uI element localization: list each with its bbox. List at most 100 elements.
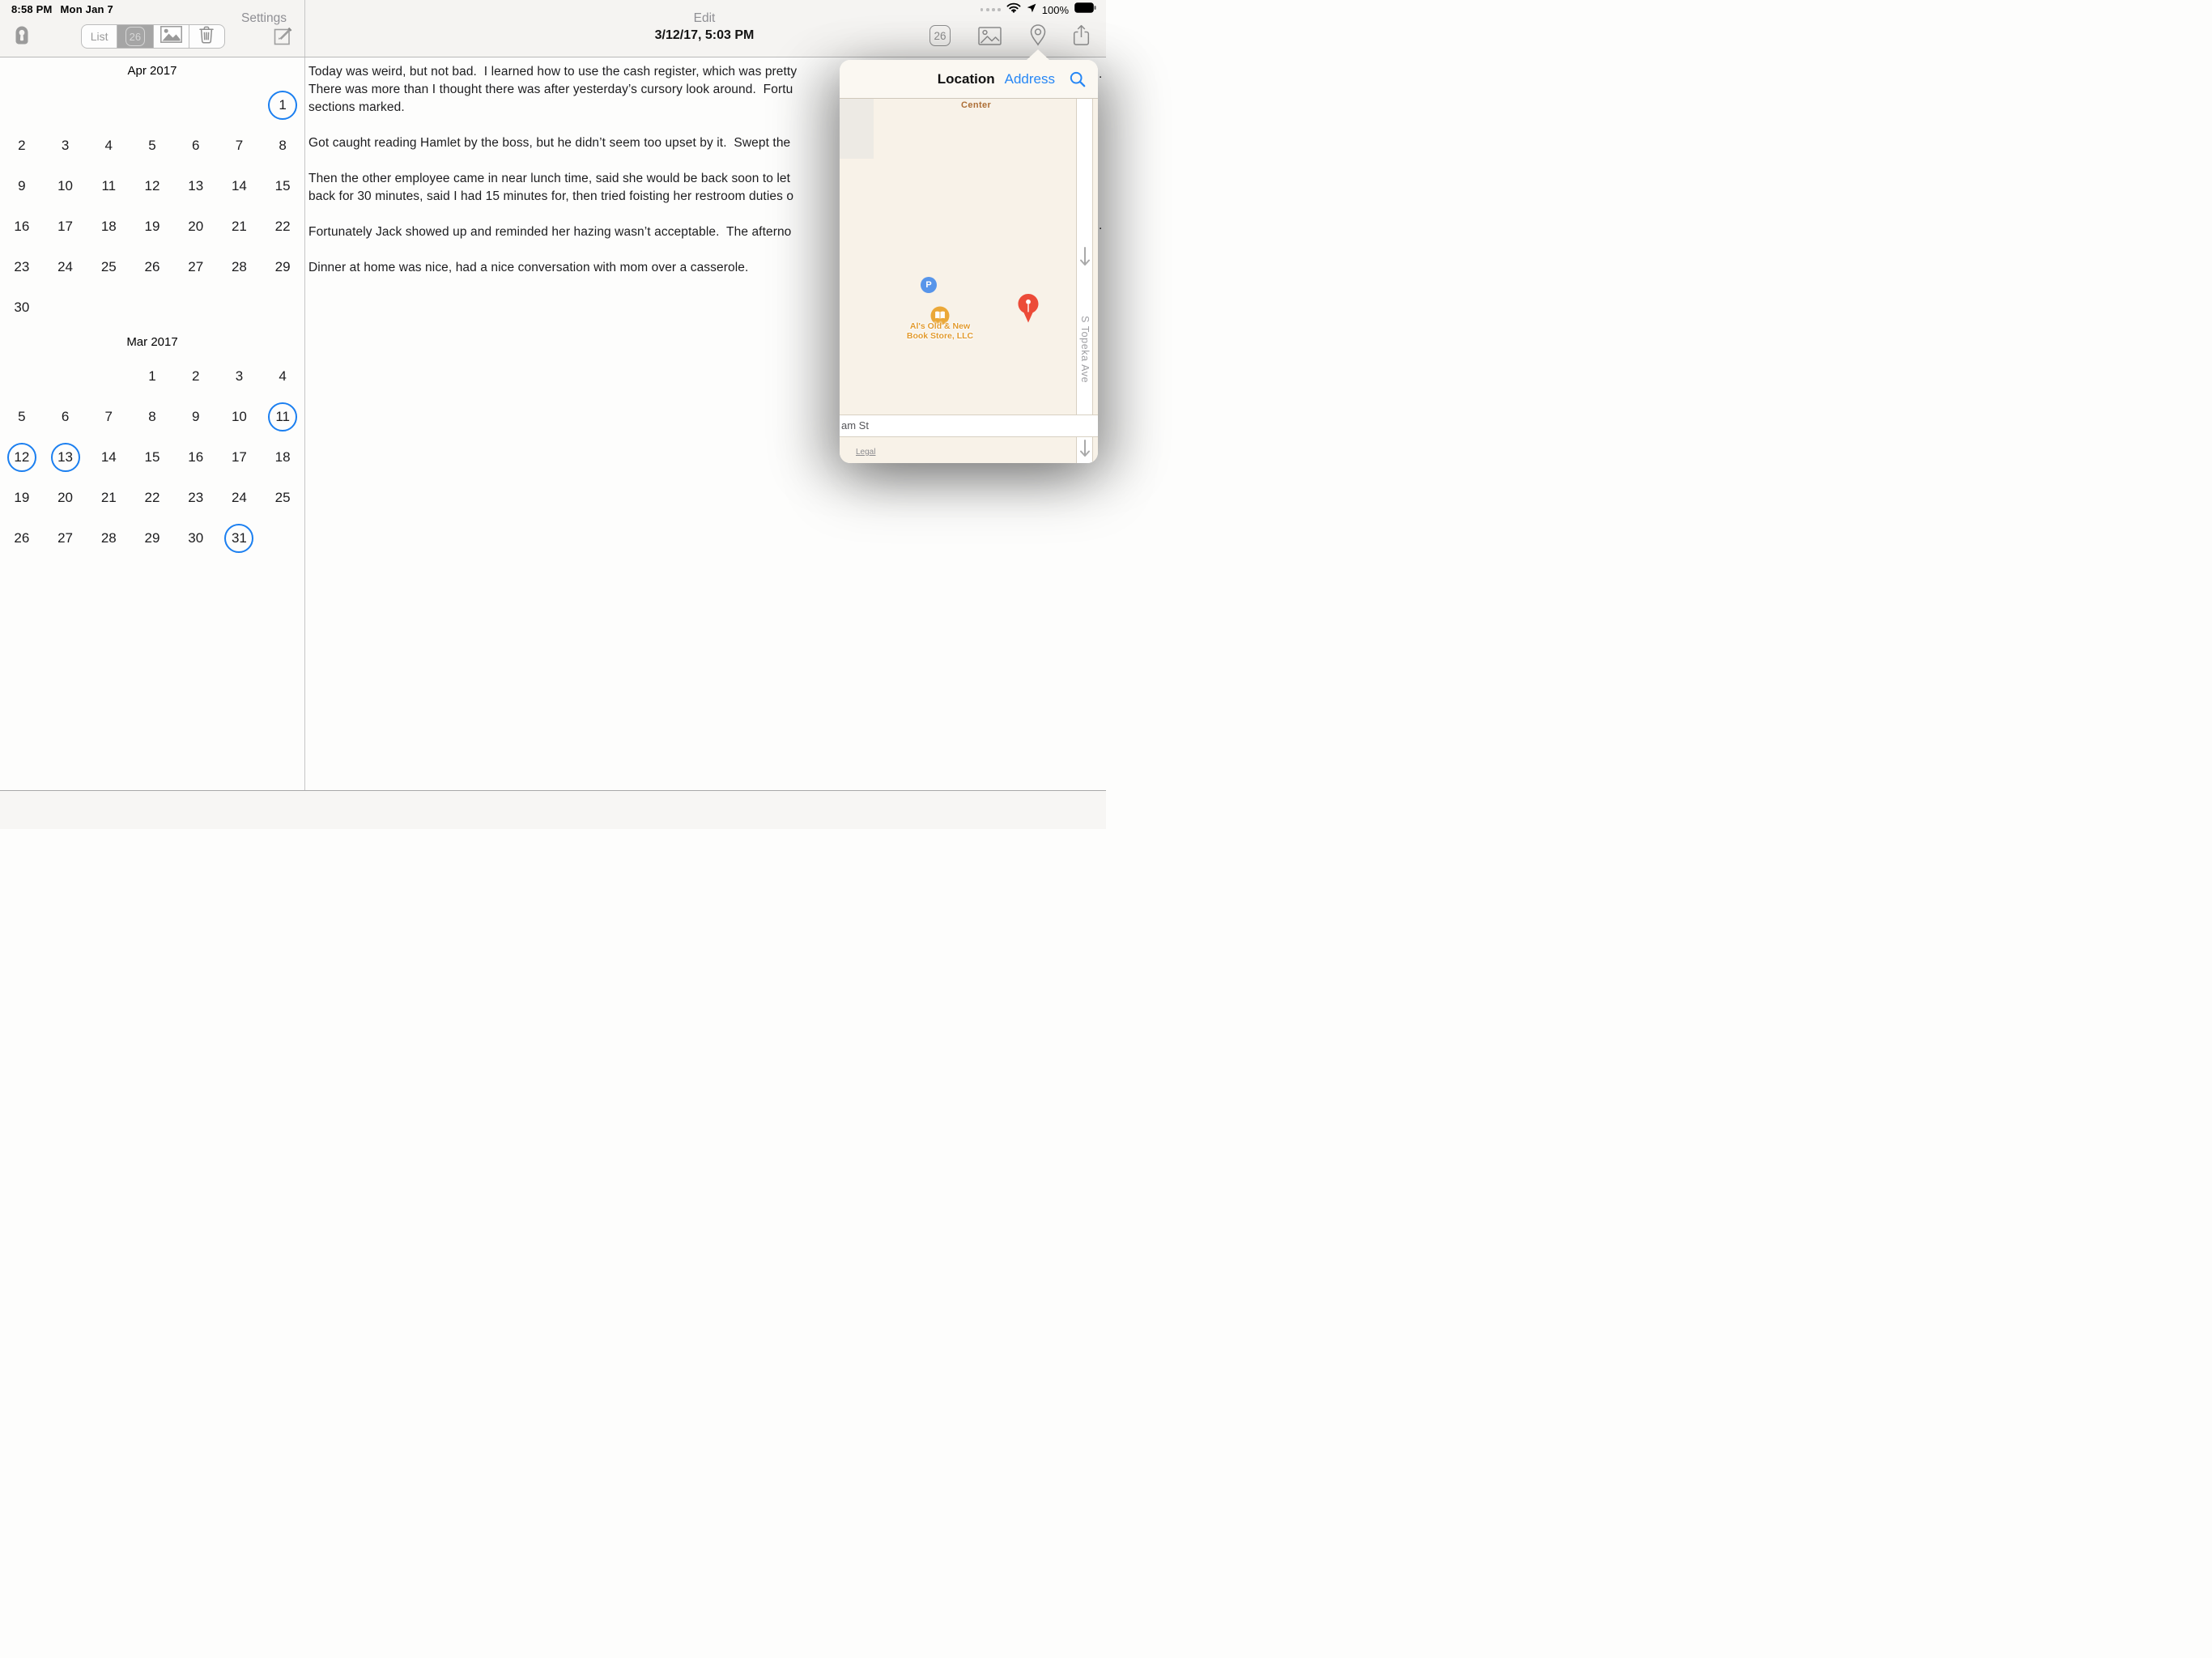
calendar-day[interactable]: 20 [51, 483, 80, 512]
entry-paragraph: Dinner at home was nice, had a nice conv… [308, 259, 875, 277]
calendar-day[interactable]: 16 [181, 443, 211, 472]
calendar-day[interactable]: 17 [224, 443, 253, 472]
segment-photos[interactable] [154, 25, 189, 48]
calendar-day[interactable]: 29 [138, 524, 167, 553]
popover-header: Location Address [840, 60, 1098, 99]
calendar-day[interactable]: 29 [268, 253, 297, 282]
calendar-day[interactable]: 6 [51, 402, 80, 432]
calendar-day[interactable]: 9 [181, 402, 211, 432]
calendar-day[interactable]: 26 [7, 524, 36, 553]
journal-entry-text[interactable]: Today was weird, but not bad. I learned … [308, 63, 875, 295]
calendar-day[interactable]: 19 [7, 483, 36, 512]
map-parcel-block [840, 99, 874, 159]
search-icon[interactable] [1070, 71, 1086, 87]
calendar-day[interactable]: 8 [268, 131, 297, 160]
calendar-day[interactable]: 25 [94, 253, 123, 282]
entry-line: Then the other employee came in near lun… [308, 170, 875, 188]
entry-paragraph: Today was weird, but not bad. I learned … [308, 63, 875, 117]
scroll-down-arrow-icon [1079, 247, 1091, 272]
entry-line: There was more than I thought there was … [308, 81, 875, 99]
calendar-day[interactable]: 7 [94, 402, 123, 432]
tab-location[interactable]: Location [938, 71, 995, 87]
segment-list[interactable]: List [82, 25, 117, 48]
entry-line: sections marked. [308, 99, 875, 117]
calendar-day[interactable]: 13 [181, 172, 211, 201]
calendar-day[interactable]: 18 [94, 212, 123, 241]
calendar-day[interactable]: 24 [51, 253, 80, 282]
calendar-day[interactable]: 3 [224, 362, 253, 391]
calendar-day[interactable]: 12 [138, 172, 167, 201]
calendar-month-title: Mar 2017 [0, 328, 304, 356]
calendar-day[interactable]: 12 [7, 443, 36, 472]
calendar-day[interactable]: 21 [94, 483, 123, 512]
calendar-day[interactable]: 15 [138, 443, 167, 472]
calendar-day[interactable]: 2 [181, 362, 211, 391]
calendar-day[interactable]: 6 [181, 131, 211, 160]
calendar-day[interactable]: 1 [138, 362, 167, 391]
map-view[interactable]: Center S Topeka Ave P Al's Old & New Boo… [840, 99, 1098, 463]
status-date: Mon Jan 7 [61, 3, 113, 15]
calendar-day[interactable]: 27 [51, 524, 80, 553]
calendar-day[interactable]: 11 [268, 402, 297, 432]
calendar-day[interactable]: 26 [138, 253, 167, 282]
lock-button[interactable] [15, 26, 28, 45]
calendar-day[interactable]: 15 [268, 172, 297, 201]
compose-button[interactable] [274, 24, 295, 46]
segment-trash[interactable] [189, 25, 224, 48]
calendar-day[interactable]: 30 [7, 293, 36, 322]
calendar-day[interactable]: 7 [224, 131, 253, 160]
calendar-day[interactable]: 10 [224, 402, 253, 432]
bottom-toolbar [0, 790, 1106, 829]
calendar-day[interactable]: 28 [224, 253, 253, 282]
battery-percentage: 100% [1042, 4, 1069, 16]
entry-location-pin[interactable] [1017, 293, 1040, 328]
location-pin-button[interactable] [1029, 24, 1047, 47]
calendar-day[interactable]: 22 [268, 212, 297, 241]
calendar-day[interactable]: 20 [181, 212, 211, 241]
calendar-day[interactable]: 18 [268, 443, 297, 472]
entry-paragraph: Fortunately Jack showed up and reminded … [308, 223, 875, 241]
calendar-day[interactable]: 13 [51, 443, 80, 472]
tab-address[interactable]: Address [1005, 71, 1055, 87]
calendar-day[interactable]: 4 [268, 362, 297, 391]
share-button[interactable] [1073, 24, 1090, 46]
map-legal-link[interactable]: Legal [856, 448, 875, 457]
calendar-day[interactable]: 14 [224, 172, 253, 201]
status-time: 8:58 PM [11, 3, 53, 15]
calendar-day[interactable]: 19 [138, 212, 167, 241]
entry-line: Today was weird, but not bad. I learned … [308, 63, 875, 81]
calendar-day[interactable]: 9 [7, 172, 36, 201]
calendar-day[interactable]: 30 [181, 524, 211, 553]
calendar-day[interactable]: 2 [7, 131, 36, 160]
calendar-day[interactable]: 23 [7, 253, 36, 282]
calendar-day[interactable]: 14 [94, 443, 123, 472]
calendar-day[interactable]: 17 [51, 212, 80, 241]
calendar-day[interactable]: 1 [268, 91, 297, 120]
calendar-day[interactable]: 5 [138, 131, 167, 160]
map-street-name-vertical: S Topeka Ave [1079, 316, 1091, 383]
calendar-day[interactable]: 24 [224, 483, 253, 512]
calendar-day[interactable]: 10 [51, 172, 80, 201]
calendar-day[interactable]: 31 [224, 524, 253, 553]
calendar-day[interactable]: 16 [7, 212, 36, 241]
photo-attach-button[interactable] [978, 27, 1002, 45]
calendar-day[interactable]: 25 [268, 483, 297, 512]
calendar-day[interactable]: 27 [181, 253, 211, 282]
calendar-day[interactable]: 3 [51, 131, 80, 160]
entry-line: Got caught reading Hamlet by the boss, b… [308, 134, 875, 152]
calendar-day[interactable]: 21 [224, 212, 253, 241]
calendar-day[interactable]: 28 [94, 524, 123, 553]
entry-date-title: 3/12/17, 5:03 PM [502, 28, 907, 43]
calendar-day[interactable]: 22 [138, 483, 167, 512]
calendar-day[interactable]: 5 [7, 402, 36, 432]
sidebar-divider [304, 0, 305, 829]
calendar-day[interactable]: 4 [94, 131, 123, 160]
calendar-view-button[interactable]: 26 [929, 25, 951, 46]
calendar-day[interactable]: 8 [138, 402, 167, 432]
calendar-day[interactable]: 11 [94, 172, 123, 201]
calendar-day[interactable]: 23 [181, 483, 211, 512]
scroll-down-arrow-icon [1079, 440, 1091, 463]
segment-calendar-selected[interactable]: 26 [117, 25, 153, 48]
entry-paragraph: Then the other employee came in near lun… [308, 170, 875, 206]
entry-paragraph: Got caught reading Hamlet by the boss, b… [308, 134, 875, 152]
